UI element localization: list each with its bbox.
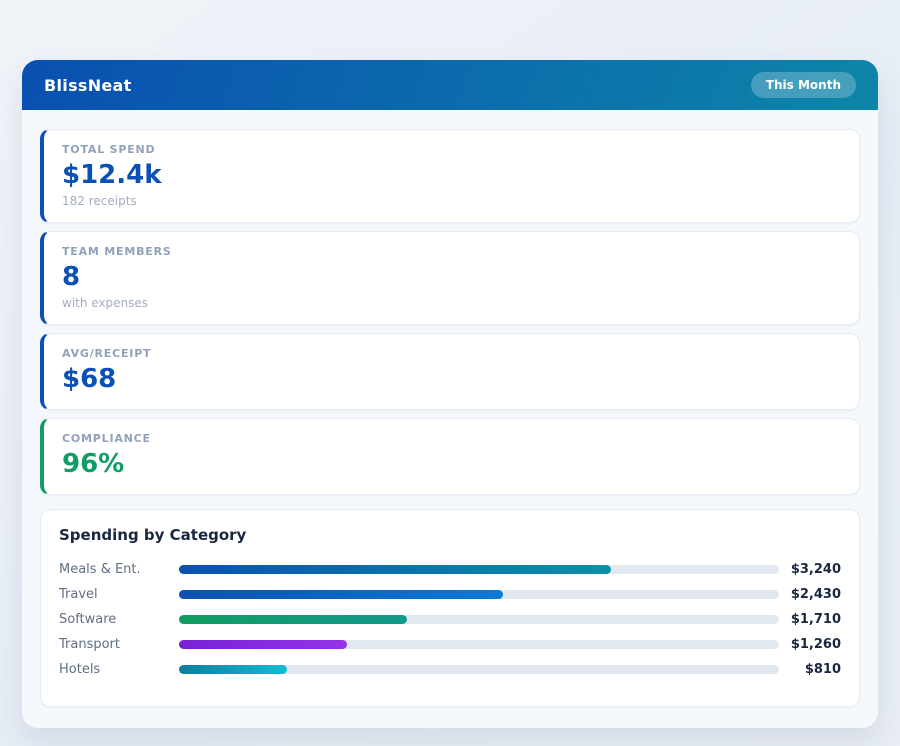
stat-card-avg-receipt: AVG/RECEIPT $68 bbox=[40, 333, 860, 410]
app-content: TOTAL SPEND $12.4k 182 receipts TEAM MEM… bbox=[22, 110, 878, 728]
category-amount: $3,240 bbox=[779, 562, 841, 577]
category-amount: $1,260 bbox=[779, 637, 841, 652]
bar-fill bbox=[179, 565, 611, 574]
stat-value: $68 bbox=[62, 365, 841, 395]
category-amount: $2,430 bbox=[779, 587, 841, 602]
stat-sub: 182 receipts bbox=[62, 194, 841, 208]
bar-track bbox=[179, 615, 779, 624]
bar-track bbox=[179, 565, 779, 574]
bar-fill bbox=[179, 590, 503, 599]
stat-value: 8 bbox=[62, 263, 841, 293]
bar-fill bbox=[179, 665, 287, 674]
chart-title: Spending by Category bbox=[59, 526, 841, 544]
stat-sub: with expenses bbox=[62, 296, 841, 310]
stat-card-total-spend: TOTAL SPEND $12.4k 182 receipts bbox=[40, 129, 860, 223]
app-header: BlissNeat This Month bbox=[22, 60, 878, 110]
stat-label: COMPLIANCE bbox=[62, 432, 841, 445]
category-label: Transport bbox=[59, 637, 179, 652]
bar-track bbox=[179, 640, 779, 649]
category-row-hotels: Hotels $810 bbox=[59, 657, 841, 682]
stat-card-compliance: COMPLIANCE 96% bbox=[40, 418, 860, 495]
category-label: Meals & Ent. bbox=[59, 562, 179, 577]
category-row-meals: Meals & Ent. $3,240 bbox=[59, 557, 841, 582]
category-amount: $1,710 bbox=[779, 612, 841, 627]
stat-card-team-members: TEAM MEMBERS 8 with expenses bbox=[40, 231, 860, 325]
app-window: BlissNeat This Month TOTAL SPEND $12.4k … bbox=[22, 60, 878, 728]
category-label: Software bbox=[59, 612, 179, 627]
bar-track bbox=[179, 590, 779, 599]
stat-label: AVG/RECEIPT bbox=[62, 347, 841, 360]
stat-label: TOTAL SPEND bbox=[62, 143, 841, 156]
category-label: Travel bbox=[59, 587, 179, 602]
spending-by-category-card: Spending by Category Meals & Ent. $3,240… bbox=[40, 509, 860, 707]
category-row-travel: Travel $2,430 bbox=[59, 582, 841, 607]
bar-fill bbox=[179, 615, 407, 624]
category-amount: $810 bbox=[779, 662, 841, 677]
bar-fill bbox=[179, 640, 347, 649]
bar-track bbox=[179, 665, 779, 674]
app-title: BlissNeat bbox=[44, 76, 132, 95]
stat-value: $12.4k bbox=[62, 161, 841, 191]
category-row-transport: Transport $1,260 bbox=[59, 632, 841, 657]
category-label: Hotels bbox=[59, 662, 179, 677]
stat-label: TEAM MEMBERS bbox=[62, 245, 841, 258]
category-row-software: Software $1,710 bbox=[59, 607, 841, 632]
stat-value: 96% bbox=[62, 450, 841, 480]
period-badge[interactable]: This Month bbox=[751, 72, 856, 98]
